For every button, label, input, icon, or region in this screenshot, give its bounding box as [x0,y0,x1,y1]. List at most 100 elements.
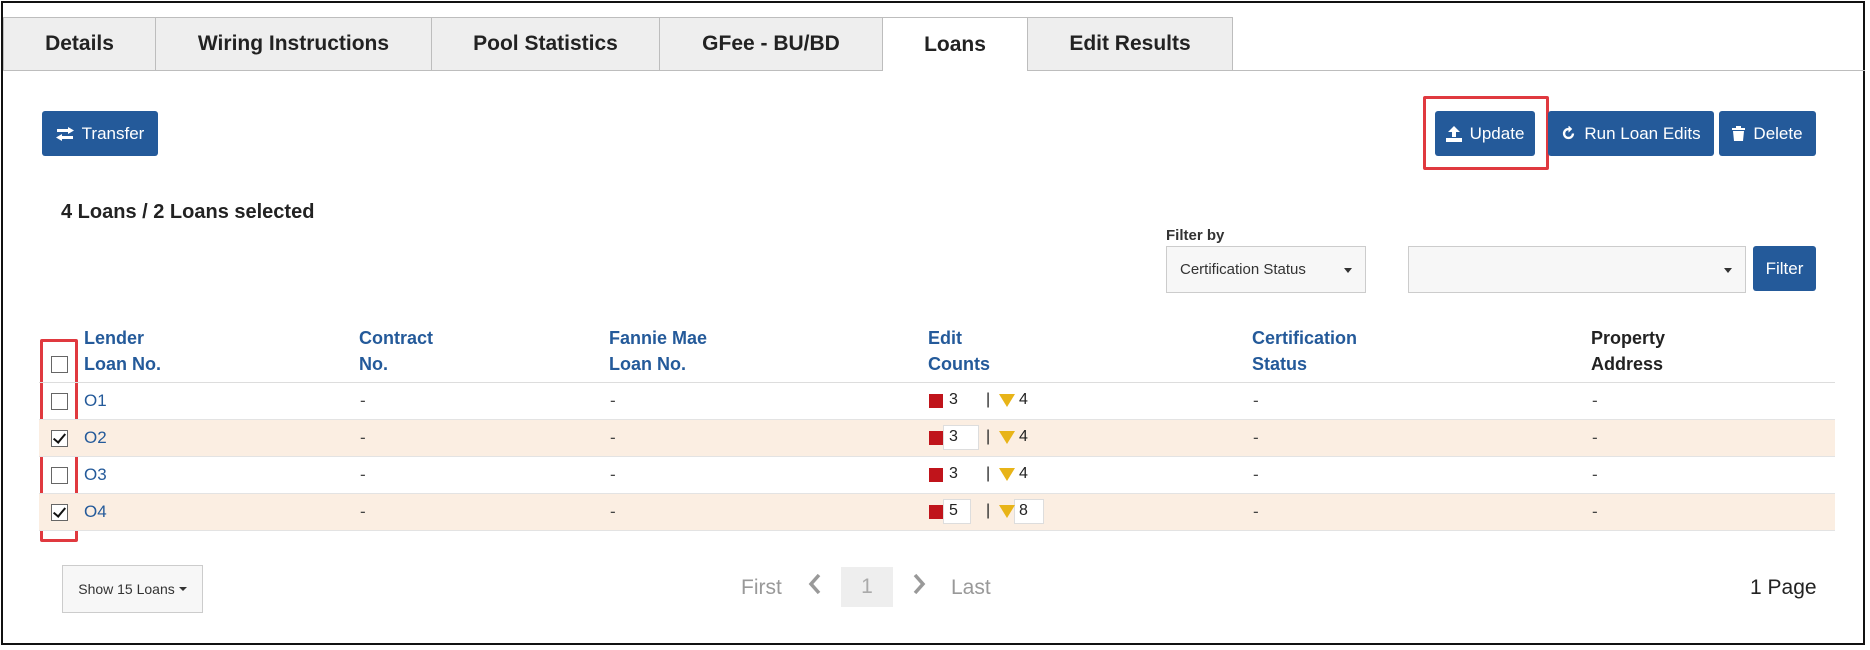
app-frame: Details Wiring Instructions Pool Statist… [1,1,1865,645]
contract-no-cell: - [360,465,366,484]
certification-status-cell: - [1253,428,1259,447]
red-square-icon [929,505,943,519]
tab-bar: Details Wiring Instructions Pool Statist… [3,17,1865,71]
header-lender-loan-no[interactable]: Lender Loan No. [84,325,161,377]
lender-loan-link[interactable]: O3 [84,465,107,485]
header-line: Certification [1252,328,1358,348]
lender-loan-link[interactable]: O4 [84,502,107,522]
warning-edit-count: 8 [1019,502,1028,519]
table-row: O2 - - 3 | 4 - - [39,420,1835,457]
header-line: Property [1591,328,1666,348]
transfer-label: Transfer [81,123,145,143]
header-contract-no[interactable]: Contract No. [359,325,433,377]
run-loan-edits-label: Run Loan Edits [1584,123,1701,143]
header-line: No. [359,354,388,374]
header-fannie-mae-loan-no[interactable]: Fannie Mae Loan No. [609,325,707,377]
fatal-edit-count: 3 [949,391,958,408]
filter-value-select[interactable] [1408,246,1746,293]
row-checkbox[interactable] [51,430,68,447]
header-edit-counts[interactable]: Edit Counts [928,325,990,377]
contract-no-cell: - [360,502,366,521]
chevron-down-icon [1724,268,1732,273]
tab-pool-statistics[interactable]: Pool Statistics [431,17,660,70]
filter-button-label: Filter [1765,258,1804,278]
property-address-cell: - [1592,502,1598,521]
transfer-arrows-icon [55,126,74,141]
tab-details[interactable]: Details [3,17,156,70]
select-all-checkbox[interactable] [51,356,68,373]
tab-gfee-bu-bd[interactable]: GFee - BU/BD [659,17,883,70]
red-square-icon [929,468,943,482]
chevron-left-icon [808,573,821,595]
page-count: 1 Page [1750,576,1817,599]
update-button[interactable]: Update [1435,111,1535,156]
delete-label: Delete [1753,123,1803,143]
table-row: O1 - - 3 | 4 - - [39,383,1835,420]
header-line: Address [1591,354,1664,374]
filter-field-select[interactable]: Certification Status [1166,246,1366,293]
filter-by-label: Filter by [1166,227,1225,244]
fannie-mae-loan-cell: - [610,465,616,484]
property-address-cell: - [1592,428,1598,447]
first-page-link[interactable]: First [741,576,782,600]
prev-page-button[interactable] [808,573,822,601]
last-page-link[interactable]: Last [951,576,991,600]
header-line: Status [1252,354,1308,374]
yellow-triangle-icon [999,505,1015,518]
tab-edit-results[interactable]: Edit Results [1027,17,1233,70]
certification-status-cell: - [1253,391,1259,410]
header-line: Loan No. [84,354,161,374]
header-line: Lender [84,328,145,348]
delete-button[interactable]: Delete [1719,111,1816,156]
trash-icon [1732,126,1746,141]
loan-count-summary: 4 Loans / 2 Loans selected [61,201,315,223]
page-size-dropdown[interactable]: Show 15 Loans [62,565,203,613]
chevron-down-icon [1344,268,1352,273]
edit-count-separator: | [986,428,991,445]
upload-icon [1445,125,1462,142]
header-line: Edit [928,328,962,348]
edit-count-separator: | [986,465,991,482]
refresh-icon [1563,126,1575,140]
header-certification-status[interactable]: Certification Status [1252,325,1357,377]
current-page[interactable]: 1 [841,567,893,607]
yellow-triangle-icon [999,431,1015,444]
lender-loan-link[interactable]: O2 [84,428,107,448]
page-size-label: Show 15 Loans [78,581,175,597]
header-line: Loan No. [609,354,686,374]
edit-count-separator: | [986,502,991,519]
header-line: Contract [359,328,434,348]
lender-loan-link[interactable]: O1 [84,391,107,411]
run-loan-edits-button[interactable]: Run Loan Edits [1548,111,1714,156]
warning-edit-count: 4 [1019,428,1028,445]
fannie-mae-loan-cell: - [610,391,616,410]
edit-count-separator: | [986,391,991,408]
header-line: Fannie Mae [609,328,708,348]
certification-status-cell: - [1253,502,1259,521]
yellow-triangle-icon [999,394,1015,407]
header-line: Counts [928,354,990,374]
caret-down-icon [178,587,187,591]
table-row: O3 - - 3 | 4 - - [39,457,1835,494]
fannie-mae-loan-cell: - [610,502,616,521]
contract-no-cell: - [360,428,366,447]
filter-field-value: Certification Status [1180,261,1306,278]
yellow-triangle-icon [999,468,1015,481]
next-page-button[interactable] [912,573,926,601]
header-property-address: Property Address [1591,325,1665,377]
filter-button[interactable]: Filter [1753,246,1816,291]
red-square-icon [929,431,943,445]
row-checkbox[interactable] [51,393,68,410]
row-checkbox[interactable] [51,467,68,484]
tab-wiring-instructions[interactable]: Wiring Instructions [155,17,432,70]
fatal-edit-count: 3 [949,465,958,482]
red-square-icon [929,394,943,408]
certification-status-cell: - [1253,465,1259,484]
fannie-mae-loan-cell: - [610,428,616,447]
contract-no-cell: - [360,391,366,410]
transfer-button[interactable]: Transfer [42,111,158,156]
warning-edit-count: 4 [1019,465,1028,482]
fatal-edit-count: 5 [949,502,958,519]
tab-loans[interactable]: Loans [882,17,1028,71]
row-checkbox[interactable] [51,504,68,521]
